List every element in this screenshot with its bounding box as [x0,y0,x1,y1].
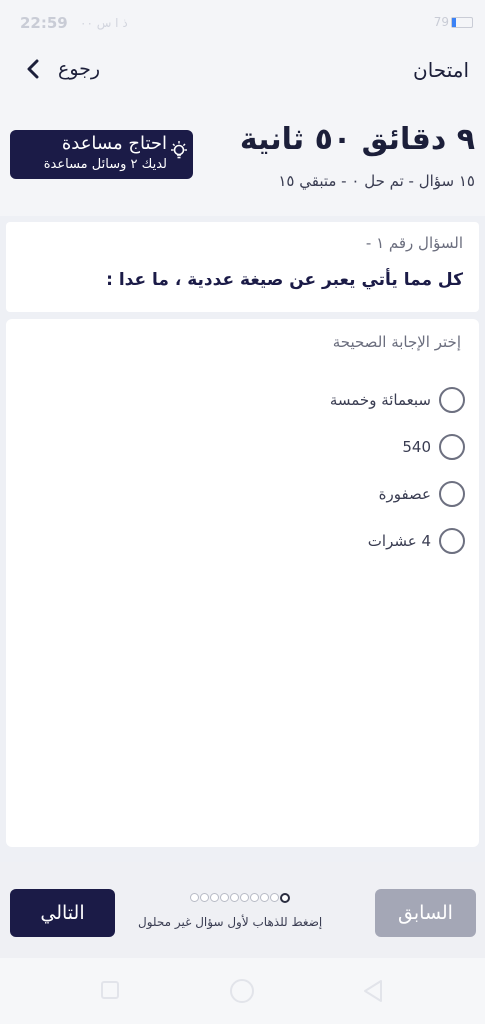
question-dot[interactable] [260,893,269,902]
exam-footer: التالي إضغط للذهاب لأول سؤال غير محلول ا… [0,862,485,958]
question-dot[interactable] [250,893,259,902]
exam-progress: ١٥ سؤال - تم حل ٠ - متبقي ١٥ [278,172,475,190]
page-title: امتحان [413,58,469,82]
answer-option-label: سبعمائة وخمسة [329,391,431,409]
radio-unchecked-icon[interactable] [439,434,465,460]
answer-option-label: 540 [402,438,431,456]
chevron-left-icon [27,59,39,79]
battery-icon [451,17,473,28]
countdown-timer: ٩ دقائق ٥٠ ثانية [239,122,475,157]
first-unsolved-hint[interactable]: إضغط للذهاب لأول سؤال غير محلول [138,915,322,929]
answer-option[interactable]: عصفورة [379,481,465,507]
question-number: السؤال رقم ١ - [365,234,463,252]
triangle-back-icon[interactable] [362,979,384,1003]
app-header: امتحان رجوع [0,48,485,112]
question-dot[interactable] [220,893,229,902]
help-button[interactable]: احتاج مساعدة لديك ٢ وسائل مساعدة [10,130,193,179]
help-button-subtitle: لديك ٢ وسائل مساعدة [43,157,167,172]
previous-button[interactable]: السابق [375,889,476,937]
answer-option[interactable]: سبعمائة وخمسة [330,387,465,413]
battery-level [452,18,456,27]
help-button-title: احتاج مساعدة [61,133,167,154]
next-button[interactable]: التالي [10,889,115,937]
lightbulb-icon [171,141,187,159]
radio-unchecked-icon[interactable] [439,528,465,554]
answer-option-label: 4 عشرات [367,532,431,550]
status-bar: 22:59 ذ ا س ٠٠ 79 [0,0,485,48]
question-dots[interactable] [190,893,290,903]
status-indicators: ذ ا س ٠٠ [80,16,128,30]
system-nav-bar [0,958,485,1024]
exam-info: ٩ دقائق ٥٠ ثانية ١٥ سؤال - تم حل ٠ - متب… [0,112,485,216]
question-dot[interactable] [240,893,249,902]
question-dot[interactable] [280,893,290,903]
radio-unchecked-icon[interactable] [439,481,465,507]
question-card: السؤال رقم ١ - كل مما يأتي يعبر عن صيغة … [6,222,479,312]
question-text: كل مما يأتي يعبر عن صيغة عددية ، ما عدا … [106,270,463,290]
status-time: 22:59 [20,14,68,32]
answer-option-label: عصفورة [378,485,431,503]
radio-unchecked-icon[interactable] [439,387,465,413]
question-dot[interactable] [190,893,199,902]
question-dot[interactable] [270,893,279,902]
answer-option[interactable]: 540 [402,434,465,460]
status-right-text: 79 [433,15,449,29]
back-button[interactable]: رجوع [24,58,100,80]
question-dot[interactable] [210,893,219,902]
answers-instruction: إختر الإجابة الصحيحة [332,333,461,351]
question-dot[interactable] [230,893,239,902]
square-icon[interactable] [101,981,119,999]
circle-icon[interactable] [230,979,254,1003]
answers-card: إختر الإجابة الصحيحة سبعمائة وخمسة 540 ع… [6,319,479,847]
answer-option[interactable]: 4 عشرات [368,528,465,554]
question-dot[interactable] [200,893,209,902]
back-label: رجوع [58,58,101,80]
